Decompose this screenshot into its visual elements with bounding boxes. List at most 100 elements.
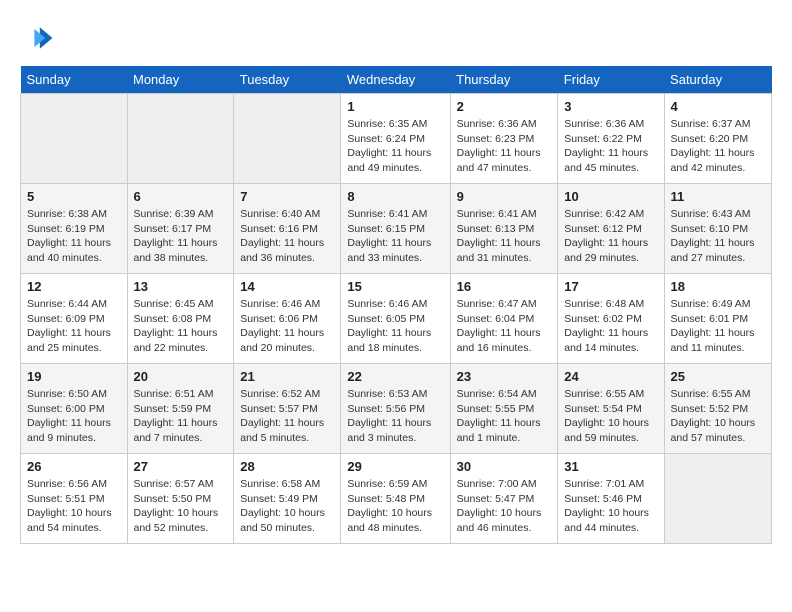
day-info: Sunrise: 6:35 AM Sunset: 6:24 PM Dayligh… [347, 117, 443, 176]
calendar-cell: 29 Sunrise: 6:59 AM Sunset: 5:48 PM Dayli… [341, 454, 450, 544]
day-number: 31 [564, 459, 657, 474]
day-info: Sunrise: 6:48 AM Sunset: 6:02 PM Dayligh… [564, 297, 657, 356]
calendar-cell: 15 Sunrise: 6:46 AM Sunset: 6:05 PM Dayli… [341, 274, 450, 364]
calendar-cell: 1Sunrise: 6:35 AM Sunset: 6:24 PM Daylig… [341, 94, 450, 184]
calendar-week-3: 12 Sunrise: 6:44 AM Sunset: 6:09 PM Dayli… [21, 274, 772, 364]
calendar-cell: 3Sunrise: 6:36 AM Sunset: 6:22 PM Daylig… [558, 94, 664, 184]
calendar-table: SundayMondayTuesdayWednesdayThursdayFrid… [20, 66, 772, 544]
day-info: Sunrise: 6:38 AM Sunset: 6:19 PM Dayligh… [27, 207, 121, 266]
day-number: 7 [240, 189, 334, 204]
day-number: 27 [134, 459, 228, 474]
logo-icon [20, 20, 56, 56]
day-info: Sunrise: 6:42 AM Sunset: 6:12 PM Dayligh… [564, 207, 657, 266]
day-number: 28 [240, 459, 334, 474]
calendar-cell: 24 Sunrise: 6:55 AM Sunset: 5:54 PM Dayli… [558, 364, 664, 454]
calendar-cell [127, 94, 234, 184]
day-info: Sunrise: 6:40 AM Sunset: 6:16 PM Dayligh… [240, 207, 334, 266]
day-number: 17 [564, 279, 657, 294]
day-info: Sunrise: 6:44 AM Sunset: 6:09 PM Dayligh… [27, 297, 121, 356]
day-number: 18 [671, 279, 765, 294]
weekday-header-wednesday: Wednesday [341, 66, 450, 94]
day-number: 25 [671, 369, 765, 384]
weekday-header-friday: Friday [558, 66, 664, 94]
day-info: Sunrise: 7:01 AM Sunset: 5:46 PM Dayligh… [564, 477, 657, 536]
calendar-cell: 6 Sunrise: 6:39 AM Sunset: 6:17 PM Daylig… [127, 184, 234, 274]
calendar-cell: 5 Sunrise: 6:38 AM Sunset: 6:19 PM Daylig… [21, 184, 128, 274]
calendar-cell [234, 94, 341, 184]
calendar-cell: 16 Sunrise: 6:47 AM Sunset: 6:04 PM Dayli… [450, 274, 558, 364]
calendar-cell: 22 Sunrise: 6:53 AM Sunset: 5:56 PM Dayli… [341, 364, 450, 454]
day-number: 21 [240, 369, 334, 384]
calendar-cell: 19 Sunrise: 6:50 AM Sunset: 6:00 PM Dayli… [21, 364, 128, 454]
day-number: 12 [27, 279, 121, 294]
day-number: 5 [27, 189, 121, 204]
calendar-week-1: 1Sunrise: 6:35 AM Sunset: 6:24 PM Daylig… [21, 94, 772, 184]
day-number: 26 [27, 459, 121, 474]
calendar-week-4: 19 Sunrise: 6:50 AM Sunset: 6:00 PM Dayli… [21, 364, 772, 454]
calendar-cell: 25 Sunrise: 6:55 AM Sunset: 5:52 PM Dayli… [664, 364, 771, 454]
calendar-cell: 17 Sunrise: 6:48 AM Sunset: 6:02 PM Dayli… [558, 274, 664, 364]
calendar-week-5: 26Sunrise: 6:56 AM Sunset: 5:51 PM Dayli… [21, 454, 772, 544]
calendar-cell: 18 Sunrise: 6:49 AM Sunset: 6:01 PM Dayli… [664, 274, 771, 364]
day-info: Sunrise: 6:51 AM Sunset: 5:59 PM Dayligh… [134, 387, 228, 446]
day-info: Sunrise: 6:36 AM Sunset: 6:22 PM Dayligh… [564, 117, 657, 176]
day-info: Sunrise: 6:37 AM Sunset: 6:20 PM Dayligh… [671, 117, 765, 176]
day-info: Sunrise: 6:59 AM Sunset: 5:48 PM Dayligh… [347, 477, 443, 536]
day-number: 29 [347, 459, 443, 474]
calendar-cell: 11 Sunrise: 6:43 AM Sunset: 6:10 PM Dayli… [664, 184, 771, 274]
calendar-cell: 7 Sunrise: 6:40 AM Sunset: 6:16 PM Daylig… [234, 184, 341, 274]
logo [20, 20, 60, 56]
day-info: Sunrise: 6:55 AM Sunset: 5:54 PM Dayligh… [564, 387, 657, 446]
calendar-cell [664, 454, 771, 544]
day-number: 14 [240, 279, 334, 294]
day-number: 24 [564, 369, 657, 384]
day-number: 8 [347, 189, 443, 204]
day-info: Sunrise: 6:43 AM Sunset: 6:10 PM Dayligh… [671, 207, 765, 266]
calendar-cell: 20 Sunrise: 6:51 AM Sunset: 5:59 PM Dayli… [127, 364, 234, 454]
day-info: Sunrise: 6:55 AM Sunset: 5:52 PM Dayligh… [671, 387, 765, 446]
day-number: 22 [347, 369, 443, 384]
calendar-cell: 27 Sunrise: 6:57 AM Sunset: 5:50 PM Dayli… [127, 454, 234, 544]
day-info: Sunrise: 6:49 AM Sunset: 6:01 PM Dayligh… [671, 297, 765, 356]
day-info: Sunrise: 6:41 AM Sunset: 6:15 PM Dayligh… [347, 207, 443, 266]
day-info: Sunrise: 6:58 AM Sunset: 5:49 PM Dayligh… [240, 477, 334, 536]
day-number: 19 [27, 369, 121, 384]
day-number: 23 [457, 369, 552, 384]
day-number: 9 [457, 189, 552, 204]
day-info: Sunrise: 6:45 AM Sunset: 6:08 PM Dayligh… [134, 297, 228, 356]
day-info: Sunrise: 6:46 AM Sunset: 6:05 PM Dayligh… [347, 297, 443, 356]
day-number: 6 [134, 189, 228, 204]
day-info: Sunrise: 6:54 AM Sunset: 5:55 PM Dayligh… [457, 387, 552, 446]
calendar-cell: 2Sunrise: 6:36 AM Sunset: 6:23 PM Daylig… [450, 94, 558, 184]
calendar-cell: 26Sunrise: 6:56 AM Sunset: 5:51 PM Dayli… [21, 454, 128, 544]
day-info: Sunrise: 6:41 AM Sunset: 6:13 PM Dayligh… [457, 207, 552, 266]
weekday-header-row: SundayMondayTuesdayWednesdayThursdayFrid… [21, 66, 772, 94]
weekday-header-saturday: Saturday [664, 66, 771, 94]
calendar-cell: 10Sunrise: 6:42 AM Sunset: 6:12 PM Dayli… [558, 184, 664, 274]
day-info: Sunrise: 6:36 AM Sunset: 6:23 PM Dayligh… [457, 117, 552, 176]
day-info: Sunrise: 6:39 AM Sunset: 6:17 PM Dayligh… [134, 207, 228, 266]
day-number: 11 [671, 189, 765, 204]
weekday-header-tuesday: Tuesday [234, 66, 341, 94]
day-info: Sunrise: 6:57 AM Sunset: 5:50 PM Dayligh… [134, 477, 228, 536]
day-info: Sunrise: 6:47 AM Sunset: 6:04 PM Dayligh… [457, 297, 552, 356]
calendar-cell: 28 Sunrise: 6:58 AM Sunset: 5:49 PM Dayli… [234, 454, 341, 544]
page-header [20, 20, 772, 56]
weekday-header-thursday: Thursday [450, 66, 558, 94]
weekday-header-sunday: Sunday [21, 66, 128, 94]
day-number: 4 [671, 99, 765, 114]
day-number: 20 [134, 369, 228, 384]
calendar-cell: 31 Sunrise: 7:01 AM Sunset: 5:46 PM Dayli… [558, 454, 664, 544]
day-number: 15 [347, 279, 443, 294]
weekday-header-monday: Monday [127, 66, 234, 94]
day-info: Sunrise: 7:00 AM Sunset: 5:47 PM Dayligh… [457, 477, 552, 536]
calendar-cell: 4 Sunrise: 6:37 AM Sunset: 6:20 PM Daylig… [664, 94, 771, 184]
day-number: 16 [457, 279, 552, 294]
day-info: Sunrise: 6:53 AM Sunset: 5:56 PM Dayligh… [347, 387, 443, 446]
calendar-cell: 14Sunrise: 6:46 AM Sunset: 6:06 PM Dayli… [234, 274, 341, 364]
day-info: Sunrise: 6:52 AM Sunset: 5:57 PM Dayligh… [240, 387, 334, 446]
calendar-cell [21, 94, 128, 184]
calendar-week-2: 5 Sunrise: 6:38 AM Sunset: 6:19 PM Daylig… [21, 184, 772, 274]
day-info: Sunrise: 6:50 AM Sunset: 6:00 PM Dayligh… [27, 387, 121, 446]
calendar-cell: 13Sunrise: 6:45 AM Sunset: 6:08 PM Dayli… [127, 274, 234, 364]
